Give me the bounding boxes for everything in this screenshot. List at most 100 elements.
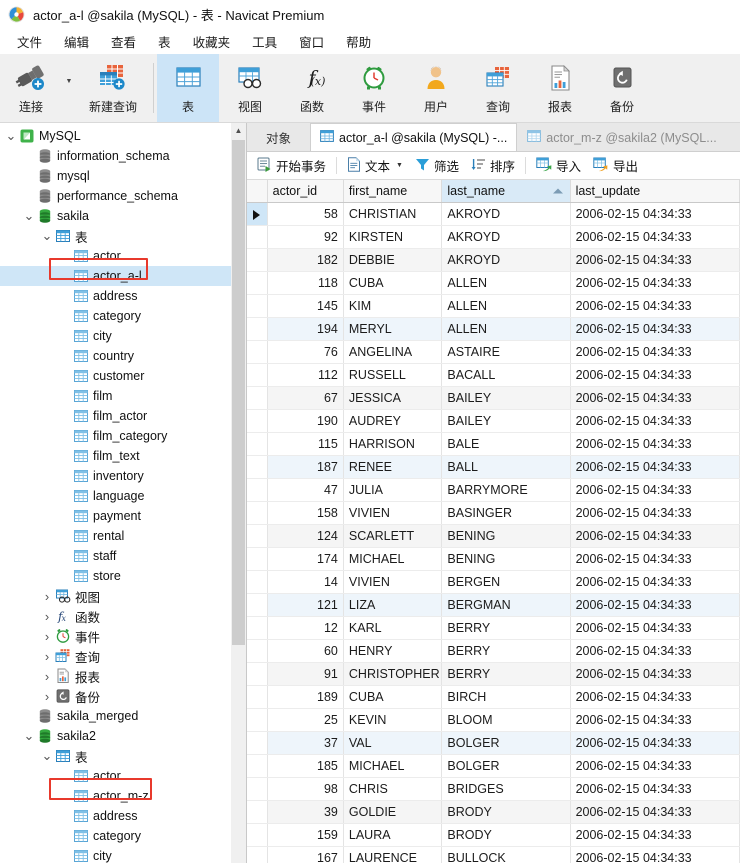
cell-first_name[interactable]: JULIA — [343, 478, 443, 502]
tree-item-information_schema[interactable]: information_schema — [0, 146, 246, 166]
table-row[interactable]: 145 KIM ALLEN 2006-02-15 04:34:33 — [247, 294, 740, 318]
cell-actor_id[interactable]: 14 — [267, 570, 344, 594]
ribbon-function[interactable]: f (x) 函数 — [281, 54, 343, 122]
cell-first_name[interactable]: HARRISON — [343, 432, 443, 456]
row-indicator-cell[interactable] — [247, 685, 268, 709]
cell-actor_id[interactable]: 47 — [267, 478, 344, 502]
row-indicator-cell[interactable] — [247, 202, 268, 226]
menu-edit[interactable]: 编辑 — [53, 29, 100, 54]
chevron-down-icon[interactable]: ▼ — [396, 162, 403, 169]
tree-item-[interactable]: › 报表 — [0, 666, 246, 686]
row-indicator-cell[interactable] — [247, 547, 268, 571]
chevron-down-icon[interactable]: ⌄ — [40, 749, 54, 762]
tree-item-rental[interactable]: rental — [0, 526, 246, 546]
row-indicator-cell[interactable] — [247, 754, 268, 778]
cell-last_name[interactable]: BIRCH — [441, 685, 571, 709]
table-row[interactable]: 60 HENRY BERRY 2006-02-15 04:34:33 — [247, 639, 740, 663]
tree-item-actor[interactable]: actor — [0, 766, 246, 786]
menu-table[interactable]: 表 — [147, 29, 182, 54]
tree-item-film_category[interactable]: film_category — [0, 426, 246, 446]
cell-last_update[interactable]: 2006-02-15 04:34:33 — [570, 478, 740, 502]
cell-first_name[interactable]: CHRISTOPHER — [343, 662, 443, 686]
tree-item-payment[interactable]: payment — [0, 506, 246, 526]
row-indicator-cell[interactable] — [247, 708, 268, 732]
cell-last_update[interactable]: 2006-02-15 04:34:33 — [570, 754, 740, 778]
cell-last_name[interactable]: BARRYMORE — [441, 478, 571, 502]
table-row[interactable]: 76 ANGELINA ASTAIRE 2006-02-15 04:34:33 — [247, 340, 740, 364]
cell-last_update[interactable]: 2006-02-15 04:34:33 — [570, 202, 740, 226]
cell-last_name[interactable]: BASINGER — [441, 501, 571, 525]
menu-file[interactable]: 文件 — [6, 29, 53, 54]
cell-last_update[interactable]: 2006-02-15 04:34:33 — [570, 294, 740, 318]
chevron-down-icon[interactable]: ⌄ — [40, 229, 54, 242]
row-indicator-cell[interactable] — [247, 616, 268, 640]
cell-last_name[interactable]: BULLOCK — [441, 846, 571, 863]
cell-last_update[interactable]: 2006-02-15 04:34:33 — [570, 386, 740, 410]
ribbon-new-query[interactable]: 新建查询 — [76, 54, 150, 122]
cell-last_update[interactable]: 2006-02-15 04:34:33 — [570, 616, 740, 640]
table-row[interactable]: 47 JULIA BARRYMORE 2006-02-15 04:34:33 — [247, 478, 740, 502]
cell-actor_id[interactable]: 189 — [267, 685, 344, 709]
cell-last_name[interactable]: ASTAIRE — [441, 340, 571, 364]
cell-actor_id[interactable]: 158 — [267, 501, 344, 525]
menu-help[interactable]: 帮助 — [335, 29, 382, 54]
tree-item-address[interactable]: address — [0, 286, 246, 306]
sort-button[interactable]: 排序 — [465, 154, 521, 177]
cell-last_update[interactable]: 2006-02-15 04:34:33 — [570, 271, 740, 295]
ribbon-table[interactable]: 表 — [157, 54, 219, 122]
table-row[interactable]: 121 LIZA BERGMAN 2006-02-15 04:34:33 — [247, 593, 740, 617]
cell-first_name[interactable]: MERYL — [343, 317, 443, 341]
tab-objects[interactable]: 对象 — [247, 123, 310, 151]
tree-item-mysql[interactable]: mysql — [0, 166, 246, 186]
tree-item-[interactable]: › 备份 — [0, 686, 246, 706]
data-grid[interactable]: actor_id first_name last_name last_update 5… — [247, 180, 740, 863]
row-indicator-cell[interactable] — [247, 501, 268, 525]
cell-last_name[interactable]: ALLEN — [441, 271, 571, 295]
cell-first_name[interactable]: ANGELINA — [343, 340, 443, 364]
table-row[interactable]: 194 MERYL ALLEN 2006-02-15 04:34:33 — [247, 317, 740, 341]
cell-first_name[interactable]: KEVIN — [343, 708, 443, 732]
cell-first_name[interactable]: LAURA — [343, 823, 443, 847]
ribbon-report[interactable]: 报表 — [529, 54, 591, 122]
cell-first_name[interactable]: DEBBIE — [343, 248, 443, 272]
row-indicator-cell[interactable] — [247, 846, 268, 863]
cell-last_update[interactable]: 2006-02-15 04:34:33 — [570, 662, 740, 686]
export-button[interactable]: 导出 — [587, 154, 644, 177]
row-indicator-cell[interactable] — [247, 294, 268, 318]
table-row[interactable]: 98 CHRIS BRIDGES 2006-02-15 04:34:33 — [247, 777, 740, 801]
cell-last_update[interactable]: 2006-02-15 04:34:33 — [570, 524, 740, 548]
row-indicator-cell[interactable] — [247, 455, 268, 479]
cell-last_name[interactable]: BRODY — [441, 800, 571, 824]
tree-item-film[interactable]: film — [0, 386, 246, 406]
table-row[interactable]: 159 LAURA BRODY 2006-02-15 04:34:33 — [247, 823, 740, 847]
cell-last_update[interactable]: 2006-02-15 04:34:33 — [570, 409, 740, 433]
cell-first_name[interactable]: CUBA — [343, 685, 443, 709]
column-header-last_update[interactable]: last_update — [570, 180, 740, 203]
cell-last_name[interactable]: BENING — [441, 524, 571, 548]
cell-actor_id[interactable]: 92 — [267, 225, 344, 249]
cell-last_name[interactable]: BRIDGES — [441, 777, 571, 801]
cell-first_name[interactable]: VIVIEN — [343, 501, 443, 525]
cell-last_name[interactable]: BERGEN — [441, 570, 571, 594]
cell-last_name[interactable]: BOLGER — [441, 754, 571, 778]
cell-last_name[interactable]: BERRY — [441, 616, 571, 640]
row-indicator-cell[interactable] — [247, 432, 268, 456]
table-row[interactable]: 158 VIVIEN BASINGER 2006-02-15 04:34:33 — [247, 501, 740, 525]
cell-actor_id[interactable]: 98 — [267, 777, 344, 801]
cell-last_name[interactable]: BERRY — [441, 662, 571, 686]
tree-item-actor[interactable]: actor — [0, 246, 246, 266]
cell-last_name[interactable]: BACALL — [441, 363, 571, 387]
menu-window[interactable]: 窗口 — [288, 29, 335, 54]
table-row[interactable]: 58 CHRISTIAN AKROYD 2006-02-15 04:34:33 — [247, 202, 740, 226]
tree-item-[interactable]: › 查询 — [0, 646, 246, 666]
sidebar-scrollbar[interactable]: ▲ — [231, 123, 246, 863]
cell-last_update[interactable]: 2006-02-15 04:34:33 — [570, 432, 740, 456]
row-indicator-cell[interactable] — [247, 593, 268, 617]
cell-last_name[interactable]: BALE — [441, 432, 571, 456]
cell-last_update[interactable]: 2006-02-15 04:34:33 — [570, 340, 740, 364]
menu-favorites[interactable]: 收藏夹 — [182, 29, 242, 54]
tree-item-[interactable]: › f x 函数 — [0, 606, 246, 626]
tree-item-sakila_merged[interactable]: sakila_merged — [0, 706, 246, 726]
cell-last_update[interactable]: 2006-02-15 04:34:33 — [570, 363, 740, 387]
cell-first_name[interactable]: CUBA — [343, 271, 443, 295]
